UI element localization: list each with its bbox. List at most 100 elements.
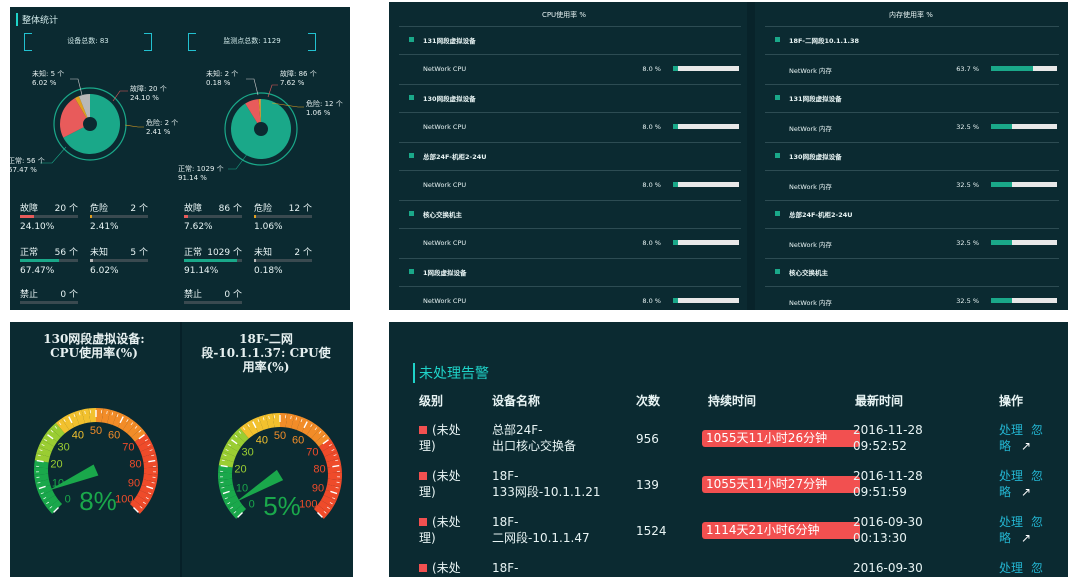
ignore-link-2[interactable]: 略	[999, 485, 1011, 499]
gauge-1-tick-label: 90	[128, 477, 140, 489]
ignore-link[interactable]: 忽	[1031, 561, 1043, 575]
right-stat-3-pct: 0.18%	[254, 266, 283, 276]
gauge-2-band	[218, 472, 233, 480]
mem-row-device-name: 总部24F-机柜2-24U	[789, 211, 853, 219]
alarm-device-line-1: 总部24F-	[492, 423, 543, 437]
ignore-link[interactable]: 忽	[1031, 515, 1043, 529]
ignore-link-2[interactable]: 略	[999, 531, 1011, 545]
gauge-1-tick-label: 100	[115, 493, 133, 505]
mem-row-value: 32.5 %	[956, 123, 979, 131]
alarm-device: 18F- 133网段-10.1.1.21	[492, 468, 601, 500]
alarm-level-text: (未处	[432, 561, 461, 575]
device-pie-center-hole	[83, 117, 97, 131]
col-duration: 持续时间	[708, 394, 757, 408]
ignore-link[interactable]: 忽	[1031, 423, 1043, 437]
alarm-panel: 未处理告警 级别 设备名称 次数 持续时间 最新时间 操作 (未处 理) 总部24F…	[389, 322, 1068, 577]
alarm-level-text: (未处	[432, 515, 461, 529]
gauges-svg: 010203040 50 607080901008% 010203040 50 6070…	[34, 408, 342, 521]
cpu-usage-header: CPU使用率 %	[541, 11, 587, 19]
mem-row-usage-bar	[991, 66, 1057, 71]
mem-row-usage-bar	[991, 182, 1057, 187]
alarm-device-line-1: 18F-	[492, 469, 519, 483]
alarm-device: 总部24F- 出口核心交换备	[492, 422, 576, 454]
mem-row-metric: NetWork 内存	[789, 125, 832, 133]
gauge-1-tick-label: 60	[108, 429, 120, 441]
monitor-pie-center-hole	[254, 122, 268, 136]
cpu-row-value: 8.0 %	[642, 297, 661, 305]
alarm-level-text: (未处	[432, 423, 461, 437]
cpu-row-usage-bar	[673, 66, 739, 71]
left-stat-0-pct: 24.10%	[20, 222, 55, 232]
left-stat-4-count: 0 个	[60, 290, 78, 300]
right-stat-0-bar-fill	[184, 215, 189, 218]
alarm-time-clock: 09:52:52	[853, 439, 907, 453]
gauge-1-tick-label: 40	[72, 429, 84, 441]
alarm-device-line-2: 二网段-10.1.1.47	[492, 531, 590, 545]
right-stat-3-bar-fill	[254, 259, 256, 262]
gauge-2-tick-label: 40	[256, 434, 268, 446]
cpu-row-metric: NetWork CPU	[423, 181, 467, 189]
forward-arrow-icon[interactable]: ↗	[1021, 439, 1031, 453]
mem-row-divider	[765, 286, 1059, 287]
mem-row-divider	[765, 170, 1059, 171]
left-stat-0-bar	[20, 215, 78, 218]
cpu-row-usage-bar-fill	[673, 182, 679, 187]
left-fault-pct: 24.10 %	[130, 94, 159, 102]
forward-arrow-icon[interactable]: ↗	[1021, 531, 1031, 545]
mem-row-metric: NetWork 内存	[789, 67, 832, 75]
cpu-row-metric: NetWork CPU	[423, 239, 467, 247]
alarm-level-icon	[419, 472, 427, 480]
mem-row-bullet-icon	[775, 37, 780, 42]
left-unknown-count: 未知: 5 个	[32, 70, 65, 78]
mem-row-divider	[765, 142, 1059, 143]
mem-row-value: 32.5 %	[956, 297, 979, 305]
gauge-1-value: 8%	[79, 486, 117, 516]
cpu-row-usage-bar	[673, 182, 739, 187]
handle-link[interactable]: 处理	[999, 423, 1023, 437]
mem-row-divider	[765, 84, 1059, 85]
alarm-time-date: 2016-11-28	[853, 469, 923, 483]
right-stat-1-bar-fill	[254, 215, 256, 218]
mem-row-device-name: 18F-二网段10.1.1.38	[789, 37, 860, 45]
handle-link[interactable]: 处理	[999, 561, 1023, 575]
right-normal-label: 正常: 1029 个 91.14 %	[178, 165, 224, 183]
alarm-actions: 处理忽略 ↗	[999, 468, 1061, 500]
cpu-row-usage-bar	[673, 298, 739, 303]
cpu-row-usage-bar	[673, 124, 739, 129]
alarm-level-text: (未处	[432, 469, 461, 483]
right-fault-count: 故障: 86 个	[280, 70, 317, 78]
mem-row-usage-bar	[991, 240, 1057, 245]
cpu-row-divider	[399, 26, 741, 27]
right-fault-pct: 7.62 %	[280, 79, 305, 87]
right-fault-label: 故障: 86 个 7.62 %	[280, 70, 317, 88]
overview-panel: 整体统计 设备总数: 83 监测点总数: 1129 未知: 5 个 6.02 %…	[10, 7, 350, 310]
gauge-2-value: 5%	[263, 491, 301, 521]
handle-link[interactable]: 处理	[999, 515, 1023, 529]
alarm-duration: 1055天11小时26分钟	[702, 430, 860, 447]
alarm-count: 1524	[636, 524, 667, 538]
mem-row-divider	[765, 112, 1059, 113]
ignore-link[interactable]: 忽	[1031, 469, 1043, 483]
left-stat-2-count: 56 个	[54, 248, 78, 258]
alarm-actions: 处理忽	[999, 560, 1061, 576]
left-stat-1-bar	[90, 215, 148, 218]
left-stat-2-bar-fill	[20, 259, 60, 262]
alarm-level-icon	[419, 426, 427, 434]
alarm-duration: 1114天21小时6分钟	[702, 522, 860, 539]
left-stat-0-count: 20 个	[54, 204, 78, 214]
cpu-row-usage-bar-fill	[673, 240, 679, 245]
right-unknown-pct: 0.18 %	[206, 79, 231, 87]
left-stat-0-bar-fill	[20, 215, 34, 218]
handle-link[interactable]: 处理	[999, 469, 1023, 483]
mem-row-divider	[765, 228, 1059, 229]
cpu-row-usage-bar-fill	[673, 66, 679, 71]
gauge-1-band	[143, 467, 158, 475]
alarm-time-date: 2016-09-30	[853, 515, 923, 529]
forward-arrow-icon[interactable]: ↗	[1021, 485, 1031, 499]
alarm-level: (未处	[419, 560, 461, 576]
cpu-row-bullet-icon	[409, 153, 414, 158]
cpu-row-bullet-icon	[409, 95, 414, 100]
col-action: 操作	[999, 394, 1024, 408]
right-stat-3-count: 2 个	[294, 248, 312, 258]
ignore-link-2[interactable]: 略	[999, 439, 1011, 453]
